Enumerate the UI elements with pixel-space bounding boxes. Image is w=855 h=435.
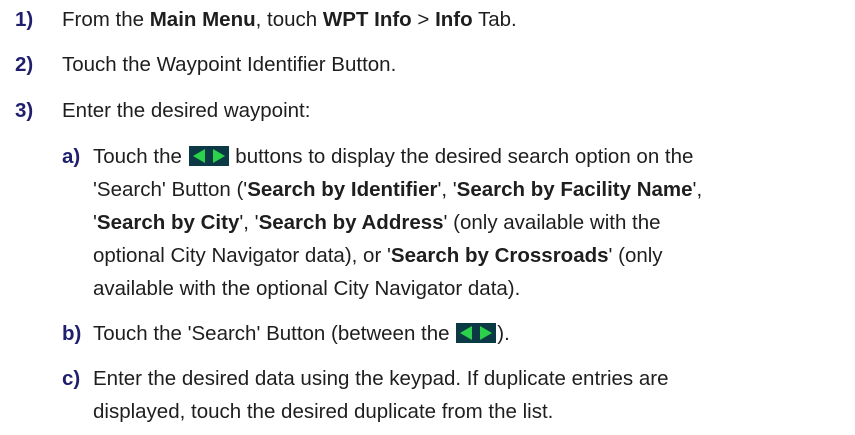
step-number: 1) <box>15 8 34 31</box>
substep-text: 'Search' Button ('Search by Identifier',… <box>93 173 702 206</box>
substep-text: Touch the 'Search' Button (between the )… <box>93 317 510 350</box>
substep-text: available with the optional City Navigat… <box>93 277 521 300</box>
left-arrow-icon <box>192 149 205 163</box>
text-span: buttons to display the desired search op… <box>229 145 694 168</box>
text-span: ' (only <box>608 244 663 267</box>
text-span: 'Search' Button (' <box>93 178 248 201</box>
search-option-label: Search by Address <box>258 211 444 234</box>
substep-number: b) <box>62 322 82 345</box>
text-span: ', <box>692 178 703 201</box>
text-span: optional City Navigator data), or ' <box>93 244 391 267</box>
substep-text: displayed, touch the desired duplicate f… <box>93 400 554 423</box>
step-text: Touch the Waypoint Identifier Button. <box>62 53 397 76</box>
left-arrow-icon <box>460 326 473 340</box>
search-option-label: Search by Facility Name <box>456 178 693 201</box>
text-span: Touch the 'Search' Button (between the <box>93 322 456 345</box>
substep-number: a) <box>62 145 81 168</box>
substep-text: Touch the buttons to display the desired… <box>93 140 693 173</box>
text-span: ). <box>497 322 510 345</box>
substep-text: Enter the desired data using the keypad.… <box>93 367 669 390</box>
text-span: ', ' <box>437 178 457 201</box>
step-number: 2) <box>15 53 34 76</box>
text-span: > <box>411 8 436 31</box>
right-arrow-icon <box>480 326 493 340</box>
info-tab-label: Info <box>435 8 473 31</box>
search-option-label: Search by Identifier <box>247 178 438 201</box>
search-option-label: Search by Crossroads <box>390 244 609 267</box>
text-span: , touch <box>255 8 323 31</box>
text-span: From the <box>62 8 150 31</box>
substep-text: optional City Navigator data), or 'Searc… <box>93 239 663 272</box>
text-span: ', ' <box>239 211 259 234</box>
left-right-arrow-buttons-icon <box>456 323 497 343</box>
main-menu-label: Main Menu <box>149 8 256 31</box>
wpt-info-label: WPT Info <box>322 8 412 31</box>
search-option-label: Search by City <box>96 211 240 234</box>
substep-text: 'Search by City', 'Search by Address' (o… <box>93 206 661 239</box>
text-span: Touch the <box>93 145 188 168</box>
right-arrow-icon <box>212 149 225 163</box>
step-number: 3) <box>15 99 34 122</box>
text-span: Tab. <box>472 8 517 31</box>
substep-number: c) <box>62 367 81 390</box>
step-text: Enter the desired waypoint: <box>62 99 311 122</box>
text-span: ' (only available with the <box>443 211 661 234</box>
left-right-arrow-buttons-icon <box>188 146 229 166</box>
step-text: From the Main Menu, touch WPT Info > Inf… <box>62 3 517 36</box>
